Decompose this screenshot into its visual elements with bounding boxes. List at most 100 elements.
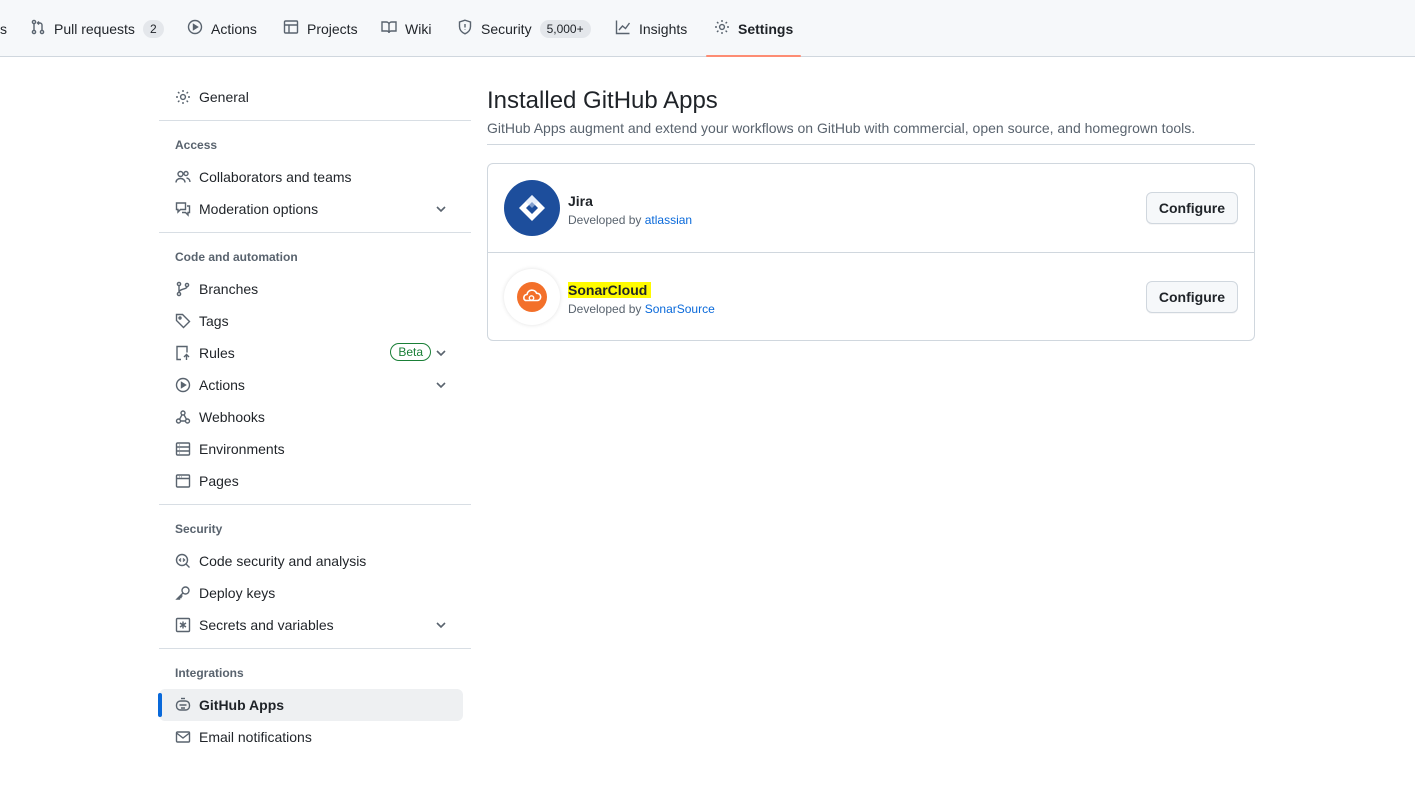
- app-developer: Developed by SonarSource: [568, 302, 715, 316]
- security-counter: 5,000+: [539, 19, 591, 38]
- sidebar-item-github-apps[interactable]: GitHub Apps: [158, 689, 463, 721]
- tab-code-partial-label: s: [0, 20, 7, 37]
- configure-button[interactable]: Configure: [1145, 192, 1238, 224]
- tab-actions-label: Actions: [211, 20, 257, 37]
- app-name[interactable]: SonarCloud: [568, 282, 652, 298]
- sidebar-item-code-security-label: Code security and analysis: [199, 553, 367, 569]
- play-icon: [175, 377, 191, 393]
- sidebar-heading-integrations: Integrations: [175, 666, 244, 680]
- sidebar-item-branches-label: Branches: [199, 281, 259, 297]
- sidebar-item-webhooks[interactable]: Webhooks: [159, 401, 463, 433]
- installed-apps-list: Jira Developed by atlassian Configure So…: [487, 163, 1255, 341]
- sidebar-item-deploy-keys-label: Deploy keys: [199, 585, 276, 601]
- page-description: GitHub Apps augment and extend your work…: [487, 120, 1196, 136]
- sidebar-item-moderation-label: Moderation options: [199, 201, 319, 217]
- pull-requests-counter: 2: [142, 19, 164, 38]
- sidebar-item-moderation[interactable]: Moderation options: [159, 193, 463, 225]
- sidebar-divider: [159, 504, 471, 505]
- tab-security[interactable]: Security 5,000+: [457, 0, 591, 57]
- sidebar-item-general[interactable]: General: [159, 81, 463, 113]
- sidebar-heading-code-automation: Code and automation: [175, 250, 298, 264]
- sidebar-item-tags-label: Tags: [199, 313, 229, 329]
- developer-link[interactable]: SonarSource: [645, 302, 715, 316]
- chevron-down-icon[interactable]: [433, 617, 449, 633]
- tab-pull-requests-label: Pull requests: [54, 20, 135, 37]
- sidebar-item-collaborators[interactable]: Collaborators and teams: [159, 161, 463, 193]
- sidebar-divider: [159, 648, 471, 649]
- chevron-down-icon[interactable]: [433, 377, 449, 393]
- sidebar-item-email-notifications[interactable]: Email notifications: [159, 721, 463, 753]
- beta-badge: Beta: [390, 343, 431, 361]
- configure-button[interactable]: Configure: [1145, 281, 1238, 313]
- sidebar-item-code-security[interactable]: Code security and analysis: [159, 545, 463, 577]
- browser-icon: [175, 474, 191, 488]
- table-icon: [283, 19, 299, 38]
- tab-actions[interactable]: Actions: [187, 0, 257, 57]
- tab-pull-requests[interactable]: Pull requests 2: [30, 0, 164, 57]
- key-icon: [175, 586, 190, 600]
- graph-icon: [615, 19, 631, 38]
- sonarcloud-icon: [517, 282, 547, 312]
- sidebar-heading-security: Security: [175, 522, 223, 536]
- app-developer: Developed by atlassian: [568, 213, 692, 227]
- comment-discussion-icon: [175, 202, 191, 217]
- gear-icon: [176, 90, 190, 104]
- developed-by-label: Developed by: [568, 213, 642, 227]
- sidebar-item-secrets-label: Secrets and variables: [199, 617, 334, 633]
- sidebar-item-general-label: General: [199, 89, 249, 105]
- tab-projects[interactable]: Projects: [283, 0, 358, 57]
- server-icon: [175, 442, 191, 456]
- play-icon: [187, 19, 203, 38]
- codescan-icon: [175, 553, 190, 568]
- chevron-down-icon[interactable]: [433, 345, 449, 361]
- sidebar-item-deploy-keys[interactable]: Deploy keys: [159, 577, 463, 609]
- jira-diamond-icon: [519, 195, 545, 221]
- sidebar-item-environments[interactable]: Environments: [159, 433, 463, 465]
- jira-logo: [504, 180, 560, 236]
- repo-nav: s Pull requests 2 Actions Projects Wiki …: [0, 0, 1415, 57]
- tab-projects-label: Projects: [307, 20, 358, 37]
- sidebar-item-collaborators-label: Collaborators and teams: [199, 169, 352, 185]
- sidebar-item-secrets[interactable]: Secrets and variables: [159, 609, 463, 641]
- sidebar-item-rules-label: Rules: [199, 345, 235, 361]
- page-title: Installed GitHub Apps: [487, 87, 718, 114]
- sidebar-item-branches[interactable]: Branches: [159, 273, 463, 305]
- app-name[interactable]: Jira: [568, 193, 593, 209]
- tag-icon: [175, 313, 191, 329]
- sidebar-divider: [159, 120, 471, 121]
- developer-link[interactable]: atlassian: [645, 213, 692, 227]
- sidebar-item-tags[interactable]: Tags: [159, 305, 463, 337]
- tab-settings-label: Settings: [738, 20, 794, 37]
- sidebar-item-actions-label: Actions: [199, 377, 245, 393]
- hubot-icon: [175, 697, 191, 711]
- chevron-down-icon[interactable]: [433, 201, 449, 217]
- shield-icon: [457, 19, 473, 38]
- sidebar-heading-access: Access: [175, 138, 218, 152]
- app-row-sonarcloud: SonarCloud Developed by SonarSource Conf…: [488, 252, 1254, 340]
- sidebar-item-email-notifications-label: Email notifications: [199, 729, 312, 745]
- tab-code-partial[interactable]: s: [0, 0, 7, 57]
- sidebar-item-pages[interactable]: Pages: [159, 465, 463, 497]
- book-icon: [381, 19, 397, 38]
- tab-settings[interactable]: Settings: [705, 0, 802, 57]
- sidebar-item-pages-label: Pages: [199, 473, 239, 489]
- sonarcloud-logo: [504, 269, 560, 325]
- git-branch-icon: [176, 281, 190, 297]
- developed-by-label: Developed by: [568, 302, 642, 316]
- tab-wiki[interactable]: Wiki: [381, 0, 431, 57]
- sidebar-divider: [159, 232, 471, 233]
- key-asterisk-icon: [175, 617, 191, 633]
- sidebar-item-rules[interactable]: Rules Beta: [159, 337, 463, 369]
- sidebar-item-environments-label: Environments: [199, 441, 285, 457]
- sidebar-item-webhooks-label: Webhooks: [199, 409, 265, 425]
- app-name-highlighted: SonarCloud: [568, 282, 652, 298]
- main-content: Installed GitHub Apps GitHub Apps augmen…: [487, 86, 1255, 341]
- title-divider: [487, 144, 1255, 145]
- tab-wiki-label: Wiki: [405, 20, 432, 37]
- sidebar-item-actions[interactable]: Actions: [159, 369, 463, 401]
- git-pull-request-icon: [30, 19, 46, 38]
- people-icon: [175, 170, 191, 183]
- sidebar-item-github-apps-label: GitHub Apps: [199, 697, 285, 713]
- mail-icon: [175, 731, 191, 743]
- tab-insights[interactable]: Insights: [615, 0, 687, 57]
